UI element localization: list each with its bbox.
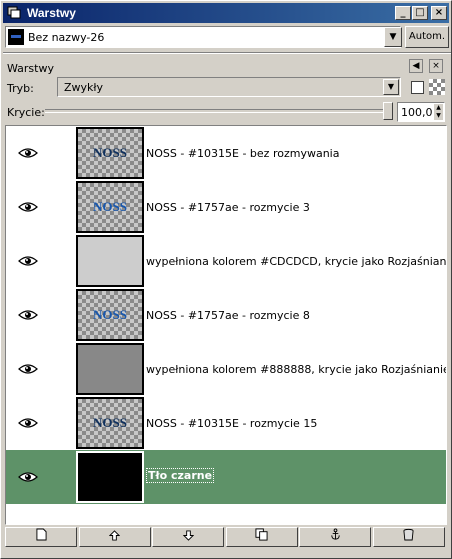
arrow-down-icon xyxy=(182,530,194,544)
layer-name[interactable]: Tło czarne xyxy=(146,468,215,483)
transparency-icon xyxy=(429,79,445,95)
layer-row[interactable]: Tło czarne xyxy=(6,450,446,504)
eye-icon[interactable] xyxy=(18,470,38,484)
layer-thumbnail: NOSS xyxy=(76,397,144,449)
opacity-slider[interactable] xyxy=(45,109,391,113)
mode-select[interactable]: Zwykły ▼ xyxy=(57,77,401,97)
spin-down-icon[interactable]: ▼ xyxy=(434,112,443,120)
close-icon: × xyxy=(432,61,440,71)
chevron-down-icon: ▼ xyxy=(389,32,397,42)
window-title: Warstwy xyxy=(27,6,76,20)
raise-layer-button[interactable] xyxy=(78,527,151,547)
image-selector[interactable]: Bez nazwy-26 ▼ xyxy=(5,26,402,48)
new-page-icon xyxy=(35,528,47,544)
anchor-layer-button[interactable] xyxy=(299,527,371,547)
duplicate-layer-button[interactable] xyxy=(225,527,298,547)
new-layer-button[interactable] xyxy=(5,527,77,547)
opacity-slider-handle[interactable] xyxy=(383,102,393,120)
thumbnail-text: NOSS xyxy=(93,145,127,160)
layer-row[interactable]: wypełniona kolorem #CDCDCD, krycie jako … xyxy=(6,234,446,288)
layer-name[interactable]: NOSS - #1757ae - rozmycie 3 xyxy=(146,201,310,214)
layer-row[interactable]: NOSS NOSS - #10315E - rozmycie 15 xyxy=(6,396,446,450)
thumbnail-text: NOSS xyxy=(93,415,127,430)
eye-icon[interactable] xyxy=(18,362,38,376)
layer-row[interactable]: wypełniona kolorem #888888, krycie jako … xyxy=(6,342,446,396)
eye-icon[interactable] xyxy=(18,416,38,430)
thumbnail-text: NOSS xyxy=(93,307,127,322)
layer-thumbnail: NOSS xyxy=(76,289,144,341)
thumbnail-text: NOSS xyxy=(93,199,127,214)
maximize-button[interactable]: □ xyxy=(412,6,428,20)
chevron-down-icon: ▼ xyxy=(383,79,399,95)
eye-icon[interactable] xyxy=(18,146,38,160)
layer-thumbnail: NOSS xyxy=(76,181,144,233)
eye-icon[interactable] xyxy=(18,200,38,214)
arrow-left-icon: ◀ xyxy=(412,61,420,71)
layer-name[interactable]: NOSS - #1757ae - rozmycie 8 xyxy=(146,309,310,322)
layer-row[interactable]: NOSS NOSS - #1757ae - rozmycie 3 xyxy=(6,180,446,234)
arrow-up-icon xyxy=(108,530,121,544)
opacity-value: 100,0 xyxy=(401,106,433,119)
layer-toolbar xyxy=(5,527,447,549)
lower-layer-button[interactable] xyxy=(152,527,224,547)
preserve-transparency-checkbox[interactable] xyxy=(411,81,424,94)
layer-name[interactable]: NOSS - #10315E - rozmycie 15 xyxy=(146,417,317,430)
layer-thumbnail xyxy=(76,451,144,503)
dock-menu-button[interactable]: ◀ xyxy=(409,59,423,73)
mode-label: Tryb: xyxy=(7,82,34,95)
layer-thumbnail xyxy=(76,235,144,287)
layer-row[interactable]: NOSS NOSS - #1757ae - rozmycie 8 xyxy=(6,288,446,342)
eye-icon[interactable] xyxy=(18,308,38,322)
delete-layer-button[interactable] xyxy=(372,527,445,547)
layers-app-icon xyxy=(7,6,21,19)
divider xyxy=(3,52,451,54)
layer-thumbnail: NOSS xyxy=(76,127,144,179)
opacity-spinbox[interactable]: 100,0 ▲ ▼ xyxy=(397,102,445,122)
image-dropdown-button[interactable]: ▼ xyxy=(384,27,402,47)
layers-window: Warstwy _ □ × Bez nazwy-26 ▼ Autom. Wars… xyxy=(0,0,452,559)
title-bar[interactable]: Warstwy _ □ × xyxy=(3,3,449,23)
image-name: Bez nazwy-26 xyxy=(28,31,105,44)
mode-value: Zwykły xyxy=(64,81,104,94)
anchor-icon xyxy=(329,528,342,544)
spin-up-icon[interactable]: ▲ xyxy=(434,104,443,112)
minimize-button[interactable]: _ xyxy=(395,6,411,20)
layer-row[interactable]: NOSS NOSS - #10315E - bez rozmywania xyxy=(6,126,446,180)
duplicate-icon xyxy=(255,528,268,544)
layer-list[interactable]: NOSS NOSS - #10315E - bez rozmywania NOSS N… xyxy=(5,125,447,525)
layer-thumbnail xyxy=(76,343,144,395)
dock-close-button[interactable]: × xyxy=(429,59,443,73)
image-thumbnail xyxy=(8,29,24,45)
layer-name[interactable]: NOSS - #10315E - bez rozmywania xyxy=(146,147,339,160)
close-button[interactable]: × xyxy=(431,6,447,20)
trash-icon xyxy=(403,528,414,544)
eye-icon[interactable] xyxy=(18,254,38,268)
layer-name[interactable]: wypełniona kolorem #888888, krycie jako … xyxy=(146,363,446,376)
auto-button[interactable]: Autom. xyxy=(405,26,449,48)
layer-name[interactable]: wypełniona kolorem #CDCDCD, krycie jako … xyxy=(146,255,446,268)
dock-title: Warstwy xyxy=(7,62,54,75)
opacity-label: Krycie: xyxy=(7,106,45,119)
